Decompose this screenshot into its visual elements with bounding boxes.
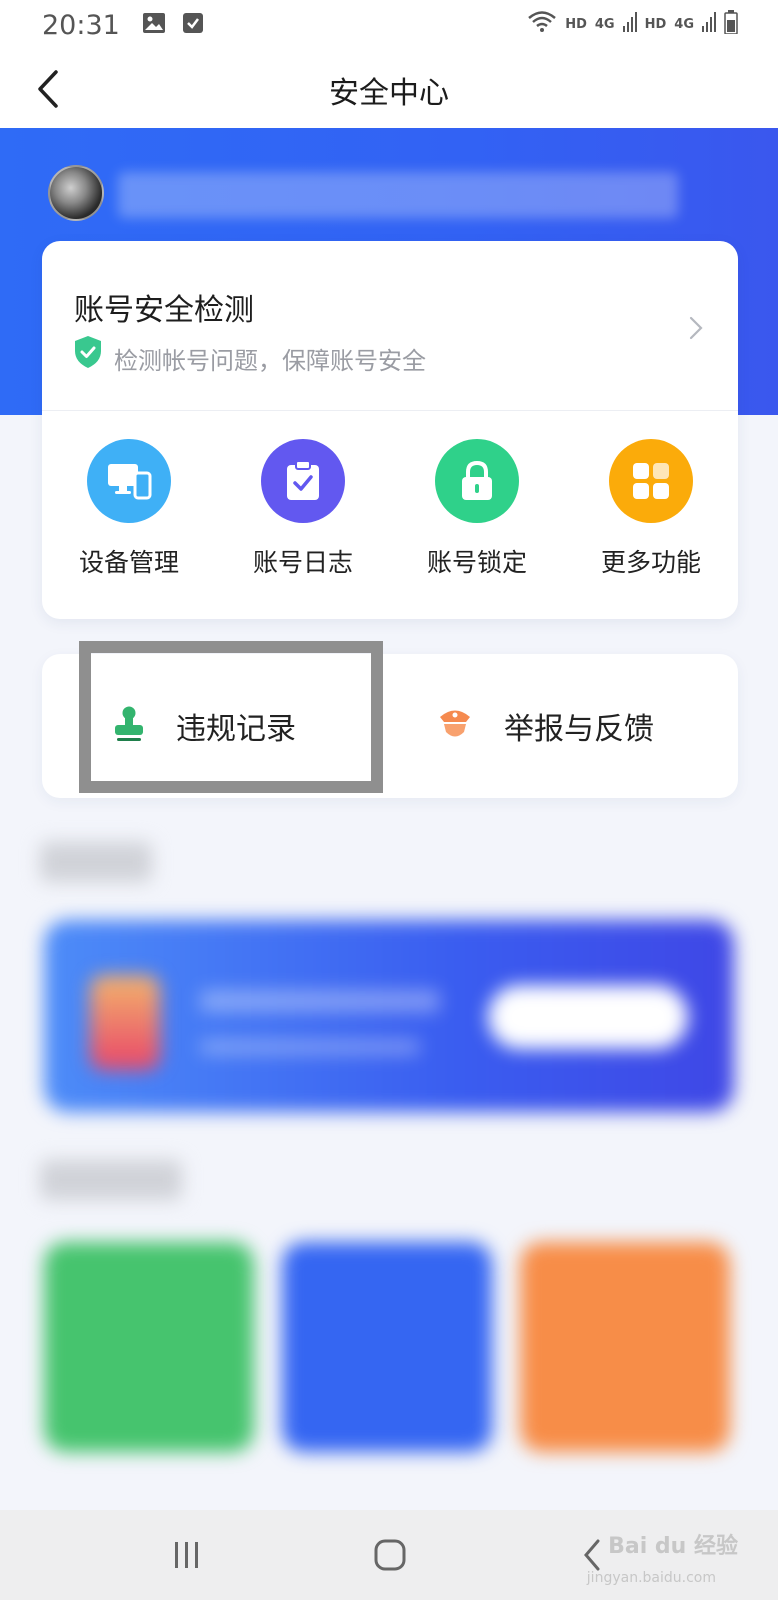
police-cap-icon	[436, 705, 474, 747]
highlight-box	[79, 641, 383, 793]
page-title: 安全中心	[329, 76, 449, 111]
signal-icon	[622, 12, 637, 36]
network-4g-2: 4G	[674, 16, 694, 32]
quick-action-label: 设备管理	[78, 548, 179, 577]
security-card: 账号安全检测 检测帐号问题，保障账号安全 设备管理 账号日志 账号锁定 更多功能	[42, 241, 738, 619]
user-name-redacted	[118, 172, 678, 218]
quick-actions: 设备管理 账号日志 账号锁定 更多功能	[42, 411, 738, 619]
section-title-redacted	[40, 1160, 182, 1200]
promo-text-redacted	[200, 990, 440, 1012]
quick-action-label: 账号日志	[252, 548, 353, 577]
status-indicators: HD 4G HD 4G	[527, 10, 738, 38]
security-check-title: 账号安全检测	[74, 293, 254, 328]
nav-bar: 安全中心	[0, 50, 778, 128]
avatar[interactable]	[48, 165, 104, 221]
recent-apps-icon[interactable]	[172, 1540, 202, 1574]
quick-action-account-lock[interactable]: 账号锁定	[390, 439, 564, 579]
shield-check-icon	[73, 335, 103, 369]
battery-icon	[724, 10, 738, 38]
section-title-redacted	[40, 842, 152, 882]
promo-text-redacted	[200, 1040, 420, 1054]
check-box-icon	[182, 10, 204, 41]
account-security-check[interactable]: 账号安全检测 检测帐号问题，保障账号安全	[42, 241, 738, 411]
watermark-url: jingyan.baidu.com	[586, 1570, 716, 1586]
report-feedback-item[interactable]: 举报与反馈	[436, 654, 654, 798]
quick-action-device-management[interactable]: 设备管理	[42, 439, 216, 579]
grid-icon	[609, 439, 693, 523]
image-icon	[142, 10, 166, 41]
promo-image-redacted	[90, 975, 160, 1070]
feature-tile-redacted	[44, 1242, 254, 1452]
signal-icon	[702, 12, 716, 36]
status-bar: 20:31 HD 4G HD 4G	[0, 0, 778, 50]
feature-tile-redacted	[520, 1242, 730, 1452]
network-hd-1: HD	[565, 16, 587, 32]
quick-action-label: 账号锁定	[426, 548, 527, 577]
watermark: Bai du 经验	[608, 1534, 738, 1559]
security-check-subtitle: 检测帐号问题，保障账号安全	[114, 347, 426, 375]
quick-action-more[interactable]: 更多功能	[564, 439, 738, 579]
wifi-icon	[527, 10, 557, 38]
feature-tile-redacted	[282, 1242, 492, 1452]
home-icon[interactable]	[373, 1538, 407, 1576]
clipboard-check-icon	[261, 439, 345, 523]
quick-action-account-log[interactable]: 账号日志	[216, 439, 390, 579]
promo-button-redacted	[488, 985, 688, 1049]
network-4g-1: 4G	[594, 16, 615, 32]
lock-icon	[435, 439, 519, 523]
status-time: 20:31	[42, 9, 120, 41]
report-feedback-label: 举报与反馈	[504, 712, 654, 747]
quick-action-label: 更多功能	[600, 548, 701, 577]
chevron-right-icon	[688, 315, 704, 341]
network-hd-2: HD	[644, 16, 667, 32]
devices-icon	[87, 439, 171, 523]
